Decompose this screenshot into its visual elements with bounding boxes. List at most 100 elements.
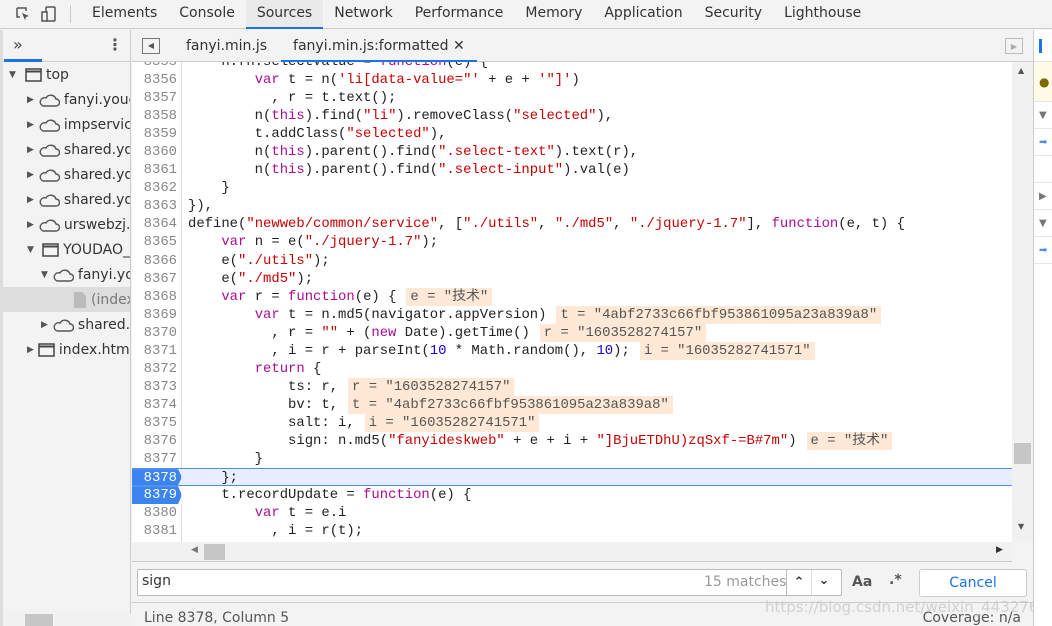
next-match-button[interactable]: ⌄ (811, 570, 836, 595)
line-number[interactable]: 8360 (132, 143, 182, 162)
tab-sources[interactable]: Sources (245, 0, 324, 29)
tab-fanyi-min-js-formatted[interactable]: fanyi.min.js:formatted ✕ (281, 30, 477, 62)
tree-item[interactable]: ▶ shared.ydstatic (3, 137, 130, 162)
device-toolbar-icon[interactable] (38, 3, 60, 25)
code-line[interactable]: 8359 t.addClass("selected"), (132, 125, 1012, 144)
line-number[interactable]: 8373 (132, 377, 182, 396)
toggle-debugger-icon[interactable]: ▶ (1005, 38, 1023, 54)
collapsed-arrow-icon[interactable]: ▶ (27, 95, 34, 105)
line-number[interactable]: 8362 (132, 179, 182, 198)
tab-console[interactable]: Console (168, 0, 246, 29)
code-line[interactable]: 8365 var n = e("./jquery-1.7"); (132, 233, 1012, 252)
navigator-scrollbar[interactable] (3, 614, 131, 626)
code-line[interactable]: 8381 , i = r(t); (132, 522, 1012, 541)
line-number[interactable]: 8357 (132, 89, 182, 108)
collapsed-arrow-icon[interactable]: ▶ (27, 345, 34, 355)
collapsed-arrow-icon[interactable]: ▶ (27, 145, 34, 155)
scroll-up-icon[interactable]: ▲ (1018, 66, 1024, 75)
line-number[interactable]: 8378 (132, 469, 182, 486)
collapsed-arrow-icon[interactable]: ▶ (41, 320, 48, 330)
tree-item[interactable]: ▶ shared.ydstatic (3, 162, 130, 187)
code-line[interactable]: 8368 var r = function(e) {e = "技术" (132, 287, 1012, 306)
previous-match-button[interactable]: ⌃ (786, 570, 811, 595)
scrollbar-thumb[interactable] (1014, 443, 1031, 464)
line-number[interactable]: 8355 (132, 62, 182, 72)
code-line[interactable]: 8375 salt: i, i = "16035282741571" (132, 413, 1012, 432)
line-number[interactable]: 8377 (132, 450, 182, 469)
tab-application[interactable]: Application (593, 0, 693, 29)
line-number[interactable]: 8370 (132, 323, 182, 342)
more-options-icon[interactable]: ⋮ (107, 35, 123, 54)
line-number[interactable]: 8361 (132, 161, 182, 180)
cancel-button[interactable]: Cancel (919, 569, 1027, 597)
expanded-arrow-icon[interactable]: ▼ (41, 270, 48, 280)
tab-elements[interactable]: Elements (81, 0, 168, 29)
line-number[interactable]: 8366 (132, 251, 182, 270)
line-number[interactable]: 8372 (132, 359, 182, 378)
code-line[interactable]: 8358 n(this).find("li").removeClass("sel… (132, 107, 1012, 126)
code-line[interactable]: 8378 }; (132, 468, 1012, 487)
line-number[interactable]: 8365 (132, 233, 182, 252)
scroll-down-icon[interactable]: ▼ (1018, 522, 1024, 531)
code-line[interactable]: 8361 n(this).parent().find(".select-inpu… (132, 161, 1012, 180)
line-number[interactable]: 8363 (132, 197, 182, 216)
line-number[interactable]: 8367 (132, 269, 182, 288)
line-number[interactable]: 8374 (132, 395, 182, 414)
tab-fanyi-min-js[interactable]: fanyi.min.js (174, 30, 279, 62)
code-line[interactable]: 8356 var t = n('li[data-value="' + e + '… (132, 71, 1012, 90)
code-editor[interactable]: 8355 n.fn.selectValue = function(e) {835… (132, 62, 1012, 542)
line-number[interactable]: 8375 (132, 413, 182, 432)
code-line[interactable]: 8374 bv: t, t = "4abf2733c66fbf953861095a… (132, 395, 1012, 414)
tab-memory[interactable]: Memory (514, 0, 593, 29)
tab-lighthouse[interactable]: Lighthouse (773, 0, 872, 29)
tab-performance[interactable]: Performance (404, 0, 515, 29)
code-line[interactable]: 8373 ts: r, r = "1603528274157" (132, 377, 1012, 396)
line-number[interactable]: 8358 (132, 107, 182, 126)
line-number[interactable]: 8379 (132, 486, 182, 505)
code-line[interactable]: 8371 , i = r + parseInt(10 * Math.random… (132, 341, 1012, 360)
tab-network[interactable]: Network (323, 0, 403, 29)
scroll-left-icon[interactable]: ◀ (191, 545, 198, 555)
code-line[interactable]: 8372 return { (132, 359, 1012, 378)
code-line[interactable]: 8355 n.fn.selectValue = function(e) { (132, 62, 1012, 72)
collapse-icon[interactable]: ▶ (1039, 191, 1047, 202)
expanded-arrow-icon[interactable]: ▼ (27, 245, 38, 255)
tree-item[interactable]: ▶ index.html (3, 337, 130, 362)
regex-button[interactable]: .* (889, 572, 902, 588)
code-line[interactable]: 8367 e("./md5"); (132, 269, 1012, 288)
code-line[interactable]: 8380 var t = e.i (132, 504, 1012, 523)
match-case-button[interactable]: Aa (852, 574, 872, 590)
expand-icon[interactable]: ▼ (1039, 110, 1047, 121)
line-number[interactable]: 8371 (132, 341, 182, 360)
line-number[interactable]: 8381 (132, 522, 182, 541)
code-line[interactable]: 8369 var t = n.md5(navigator.appVersion)… (132, 305, 1012, 324)
inspect-element-icon[interactable] (12, 3, 34, 25)
collapsed-arrow-icon[interactable]: ▶ (27, 220, 34, 230)
tree-item[interactable]: ▼ YOUDAO_ (3, 237, 130, 262)
scrollbar-thumb[interactable] (204, 544, 225, 560)
line-number[interactable]: 8380 (132, 504, 182, 523)
toggle-navigator-icon[interactable]: ◀ (142, 37, 160, 54)
code-line[interactable]: 8364 define("newweb/common/service", ["./… (132, 215, 1012, 234)
vertical-scrollbar[interactable]: ▲ ▼ (1012, 62, 1033, 542)
tree-item[interactable]: ▶ shared. (3, 312, 130, 337)
tree-item[interactable]: ▼ fanyi.youdao (3, 262, 130, 287)
line-number[interactable]: 8368 (132, 287, 182, 306)
code-line[interactable]: 8362 } (132, 179, 1012, 198)
collapsed-arrow-icon[interactable]: ▶ (27, 120, 34, 130)
line-number[interactable]: 8359 (132, 125, 182, 144)
code-line[interactable]: 8363}), (132, 197, 1012, 216)
line-number[interactable]: 8356 (132, 71, 182, 90)
tree-item[interactable]: ▶ fanyi.youdao.com (3, 87, 130, 112)
code-line[interactable]: 8357 , r = t.text(); (132, 89, 1012, 108)
more-tabs-icon[interactable]: » (13, 35, 23, 54)
tree-item[interactable]: ▼ top (3, 62, 130, 87)
code-line[interactable]: 8370 , r = "" + (new Date).getTime() r = … (132, 323, 1012, 342)
code-line[interactable]: 8379 t.recordUpdate = function(e) { (132, 486, 1012, 505)
expanded-arrow-icon[interactable]: ▼ (9, 70, 21, 80)
pause-icon[interactable] (1039, 38, 1042, 53)
code-line[interactable]: 8376 sign: n.md5("fanyideskweb" + e + i … (132, 431, 1012, 451)
code-line[interactable]: 8366 e("./utils"); (132, 251, 1012, 270)
horizontal-scrollbar[interactable]: ◀ ▶ (132, 542, 1012, 562)
line-number[interactable]: 8369 (132, 305, 182, 324)
